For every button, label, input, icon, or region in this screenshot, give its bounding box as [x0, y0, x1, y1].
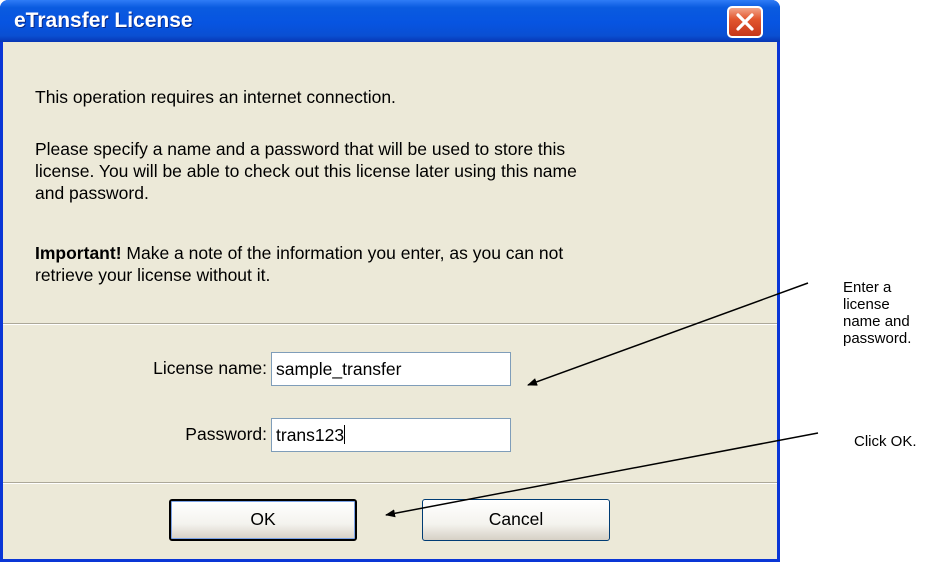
arrow-to-license-fields — [527, 282, 809, 386]
annotation-arrows — [385, 282, 819, 518]
arrow-to-ok-button — [385, 432, 819, 518]
